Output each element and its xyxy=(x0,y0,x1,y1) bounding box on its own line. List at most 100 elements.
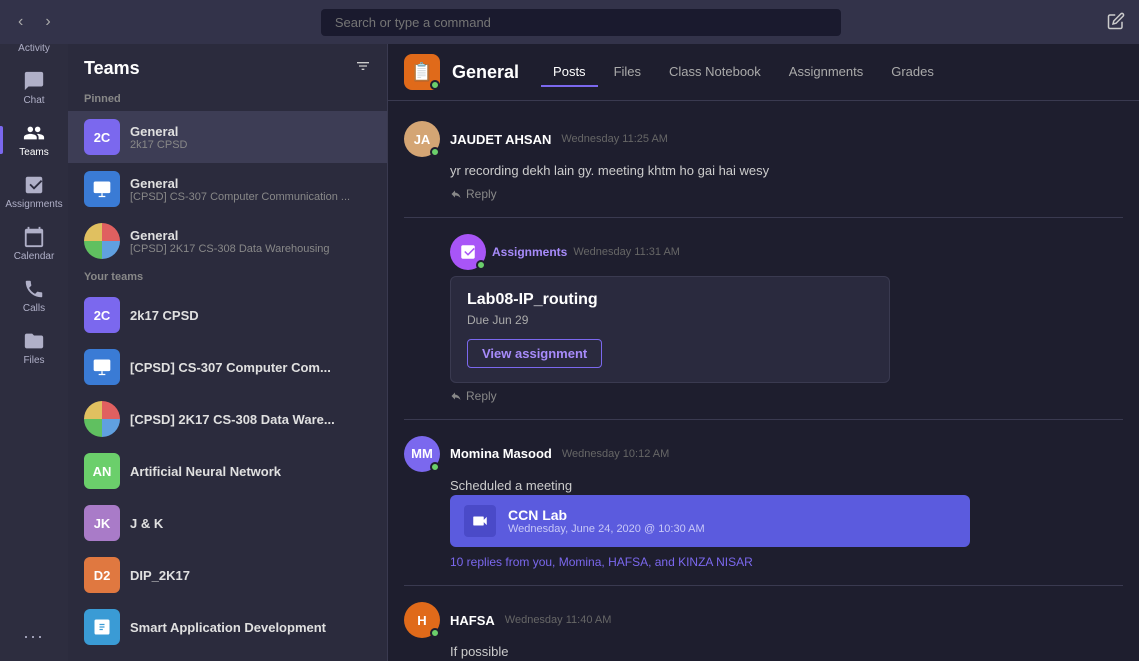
teams-panel: Teams Pinned 2C General 2k17 CPSD Genera… xyxy=(68,44,388,661)
assignment-title: Lab08-IP_routing xyxy=(467,291,873,309)
list-item[interactable]: AN Artificial Neural Network ••• xyxy=(68,445,387,497)
message-body: yr recording dekh lain gy. meeting khtm … xyxy=(450,161,1123,181)
avatar: H xyxy=(404,602,440,638)
message-body: If possible xyxy=(450,642,1123,661)
online-indicator xyxy=(476,260,486,270)
avatar-initials: JA xyxy=(414,132,431,147)
team-info: General [CPSD] CS-307 Computer Communica… xyxy=(130,176,371,203)
sidebar-item-chat[interactable]: Chat xyxy=(0,62,68,114)
message-group: JA JAUDET AHSAN Wednesday 11:25 AM yr re… xyxy=(388,111,1139,211)
sidebar-item-files[interactable]: Files xyxy=(0,322,68,374)
tab-files[interactable]: Files xyxy=(602,58,653,87)
message-separator xyxy=(404,217,1123,218)
avatar xyxy=(84,171,120,207)
avatar xyxy=(84,401,120,437)
message-header: H HAFSA Wednesday 11:40 AM xyxy=(404,602,1123,638)
search-bar[interactable] xyxy=(321,9,841,36)
assignment-card: Lab08-IP_routing Due Jun 29 View assignm… xyxy=(450,276,890,383)
sidebar-label-assignments: Assignments xyxy=(5,199,62,210)
avatar xyxy=(84,609,120,645)
more-dots-icon: ... xyxy=(23,622,44,643)
forward-button[interactable]: › xyxy=(37,9,58,35)
chat-area: 📋 General Posts Files Class Notebook Ass… xyxy=(388,44,1139,661)
list-item[interactable]: 2C General 2k17 CPSD xyxy=(68,111,387,163)
message-separator xyxy=(404,419,1123,420)
back-button[interactable]: ‹ xyxy=(10,9,31,35)
avatar xyxy=(450,234,486,270)
compose-button[interactable] xyxy=(1103,8,1129,37)
avatar xyxy=(84,349,120,385)
tab-class-notebook[interactable]: Class Notebook xyxy=(657,58,773,87)
team-info: General 2k17 CPSD xyxy=(130,124,371,151)
search-input[interactable] xyxy=(321,9,841,36)
reply-link[interactable]: Reply xyxy=(450,389,1123,403)
assignment-time: Wednesday 11:31 AM xyxy=(573,246,680,258)
sidebar-item-calls[interactable]: Calls xyxy=(0,270,68,322)
team-name: [CPSD] 2K17 CS-308 Data Ware... xyxy=(130,412,338,427)
team-name: J & K xyxy=(130,516,338,531)
reply-label: Reply xyxy=(466,187,497,201)
assignment-due: Due Jun 29 xyxy=(467,313,873,327)
list-item[interactable]: General [CPSD] 2K17 CS-308 Data Warehous… xyxy=(68,215,387,267)
pinned-section-label: Pinned xyxy=(68,89,387,111)
meeting-card[interactable]: CCN Lab Wednesday, June 24, 2020 @ 10:30… xyxy=(450,495,970,547)
team-info: Artificial Neural Network xyxy=(130,464,338,479)
reply-link[interactable]: Reply xyxy=(450,187,1123,201)
meeting-title: CCN Lab xyxy=(508,507,705,523)
list-item[interactable]: [CPSD] CS-307 Computer Com... ••• xyxy=(68,341,387,393)
team-sub: [CPSD] CS-307 Computer Communication ... xyxy=(130,191,371,203)
meeting-time: Wednesday, June 24, 2020 @ 10:30 AM xyxy=(508,523,705,535)
topbar: ‹ › xyxy=(0,0,1139,44)
tab-posts[interactable]: Posts xyxy=(541,58,598,87)
topbar-right xyxy=(1103,8,1129,37)
your-teams-section-label: Your teams xyxy=(68,267,387,289)
team-info: Smart Application Development xyxy=(130,620,338,635)
avatar: 2C xyxy=(84,297,120,333)
team-name: DIP_2K17 xyxy=(130,568,338,583)
avatar: D2 xyxy=(84,557,120,593)
list-item[interactable]: General [CPSD] CS-307 Computer Communica… xyxy=(68,163,387,215)
meeting-info: CCN Lab Wednesday, June 24, 2020 @ 10:30… xyxy=(508,507,705,535)
list-item[interactable]: [CPSD] 2K17 CS-308 Data Ware... ••• xyxy=(68,393,387,445)
sidebar-label-calls: Calls xyxy=(23,303,45,314)
team-info: [CPSD] CS-307 Computer Com... xyxy=(130,360,338,375)
avatar-initials: MM xyxy=(411,446,433,461)
sidebar-item-calendar[interactable]: Calendar xyxy=(0,218,68,270)
avatar: JK xyxy=(84,505,120,541)
sidebar-item-more[interactable]: ... xyxy=(0,614,68,651)
avatar: AN xyxy=(84,453,120,489)
message-header: MM Momina Masood Wednesday 10:12 AM xyxy=(404,436,1123,472)
team-name: 2k17 CPSD xyxy=(130,308,338,323)
channel-tabs: Posts Files Class Notebook Assignments G… xyxy=(541,58,946,87)
list-item[interactable]: D2 DIP_2K17 ••• xyxy=(68,549,387,601)
tab-assignments[interactable]: Assignments xyxy=(777,58,875,87)
assignment-label: Assignments xyxy=(492,245,567,259)
message-time: Wednesday 11:25 AM xyxy=(561,133,668,145)
avatar xyxy=(84,223,120,259)
message-author: JAUDET AHSAN xyxy=(450,132,551,147)
tab-grades[interactable]: Grades xyxy=(879,58,946,87)
replies-summary[interactable]: 10 replies from you, Momina, HAFSA, and … xyxy=(450,555,1123,569)
sidebar-label-files: Files xyxy=(23,355,44,366)
team-name: General xyxy=(130,124,371,139)
message-time: Wednesday 10:12 AM xyxy=(562,448,669,460)
team-sub: [CPSD] 2K17 CS-308 Data Warehousing xyxy=(130,243,371,255)
online-indicator xyxy=(430,628,440,638)
channel-name: General xyxy=(452,62,519,83)
sidebar-item-assignments[interactable]: Assignments xyxy=(0,166,68,218)
message-separator xyxy=(404,585,1123,586)
message-group: MM Momina Masood Wednesday 10:12 AM Sche… xyxy=(388,426,1139,580)
sidebar-item-teams[interactable]: Teams xyxy=(0,114,68,166)
sidebar-label-calendar: Calendar xyxy=(14,251,55,262)
filter-button[interactable] xyxy=(355,58,371,79)
reply-label: Reply xyxy=(466,389,497,403)
view-assignment-button[interactable]: View assignment xyxy=(467,339,602,368)
list-item[interactable]: 2C 2k17 CPSD ••• xyxy=(68,289,387,341)
sidebar-label-teams: Teams xyxy=(19,147,48,158)
teams-panel-header: Teams xyxy=(68,44,387,89)
meeting-icon xyxy=(464,505,496,537)
channel-header: 📋 General Posts Files Class Notebook Ass… xyxy=(388,44,1139,101)
message-body: Scheduled a meeting xyxy=(450,476,1123,496)
list-item[interactable]: Smart Application Development ••• xyxy=(68,601,387,653)
list-item[interactable]: JK J & K ••• xyxy=(68,497,387,549)
